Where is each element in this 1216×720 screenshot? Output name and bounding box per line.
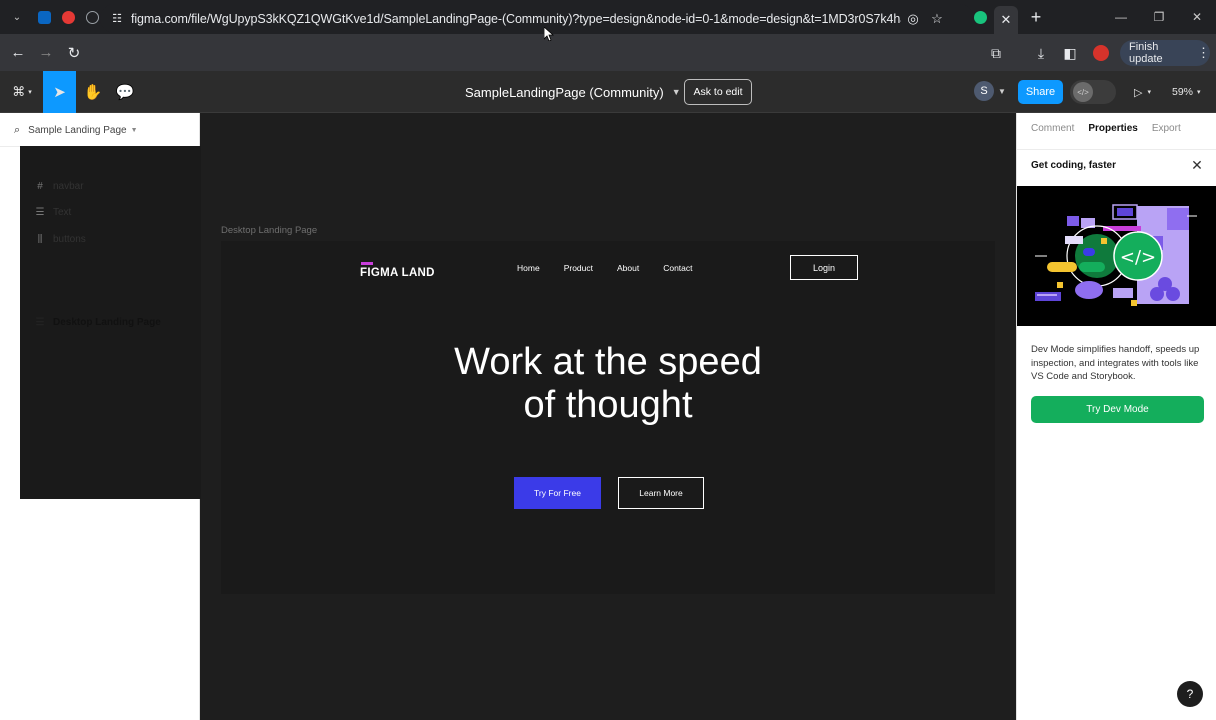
close-window-icon[interactable]: ✕ [1178,0,1216,34]
red-circle-favicon-icon [61,10,75,24]
hero-line-1: Work at the speed [454,341,762,383]
file-title-text: SampleLandingPage (Community) [465,84,664,100]
try-for-free-button[interactable]: Try For Free [514,477,601,509]
layer-navbar[interactable]: # navbar [0,173,200,199]
panel-tabs: Comment Properties Export [1031,123,1195,134]
layer-label: Text [53,206,72,218]
minimize-icon[interactable]: — [1102,0,1140,34]
layer-buttons[interactable]: ⫼ buttons [0,226,200,252]
dev-mode-toggle[interactable]: </> [1070,80,1116,104]
url-text[interactable]: figma.com/file/WgUpypS3kKQZ1QWGtKve1d/Sa… [131,12,901,26]
file-title[interactable]: SampleLandingPage (Community) ▼ [465,71,681,113]
divider [1017,149,1216,150]
close-icon[interactable]: ✕ [1189,157,1205,173]
tab-properties[interactable]: Properties [1088,123,1137,134]
share-button[interactable]: Share [1018,80,1063,104]
mouse-cursor-icon [544,27,554,41]
side-panel-icon[interactable]: ◧ [1057,40,1083,66]
tab-comment[interactable]: Comment [1031,123,1074,134]
globe-favicon-icon [85,10,99,24]
finish-update-button[interactable]: Finish update ⋮ [1120,40,1210,66]
dev-mode-illustration: </> [1017,186,1216,326]
reload-icon[interactable]: ↻ [60,39,88,67]
download-icon[interactable]: ⤓ [1028,40,1054,66]
hero-heading[interactable]: Work at the speed of thought [221,341,995,427]
page-selector[interactable]: ⌕ Sample Landing Page ▼ [14,122,138,138]
properties-panel: Comment Properties Export Get coding, fa… [1016,113,1216,720]
nav-link-product[interactable]: Product [564,263,593,273]
search-icon[interactable]: ⌕ [14,124,20,137]
try-dev-mode-button[interactable]: Try Dev Mode [1031,396,1204,423]
finish-update-label: Finish update [1129,41,1163,65]
layer-text[interactable]: ☰ Text [0,199,200,225]
help-button[interactable]: ? [1177,681,1203,707]
forward-icon[interactable]: → [32,39,60,67]
hand-tool-icon[interactable]: ✋ [80,71,106,113]
restore-icon[interactable]: ❐ [1140,0,1178,34]
frame-icon: ☰ [35,317,45,328]
layer-label: navbar [53,180,84,192]
comment-tool-icon[interactable]: 💬 [112,71,138,113]
logo-text: FIGMA LAND [360,267,435,279]
frame-grid-icon: # [37,180,43,192]
present-button[interactable]: ▷ ▾ [1134,71,1151,113]
tab-search-chevron-icon[interactable]: ⌄ [6,6,28,28]
layer-label: Desktop Landing Page [53,317,161,328]
bookmark-star-icon[interactable]: ☆ [925,7,949,31]
profile-avatar[interactable] [1093,45,1109,61]
chevron-down-icon: ▼ [130,126,138,134]
eye-off-icon[interactable]: ◎ [901,7,925,31]
landing-page-frame[interactable]: FIGMA LAND Home Product About Contact Lo… [221,241,995,594]
frame-label[interactable]: Desktop Landing Page [221,225,317,236]
zoom-menu[interactable]: 59% ▾ [1172,71,1201,113]
ask-to-edit-button[interactable]: Ask to edit [684,79,752,105]
chatgpt-favicon-icon [973,10,987,24]
tab-red-circle-icon[interactable] [56,5,80,29]
logo-accent-bar [361,262,373,265]
layers-panel: ⌕ Sample Landing Page ▼ ☰ Desktop Landin… [0,113,794,720]
svg-text:</>: </> [1120,247,1156,268]
chevron-down-icon: ▼ [671,87,681,97]
figma-land-logo[interactable]: FIGMA LAND [360,262,435,279]
new-tab-button[interactable]: + [1024,5,1048,29]
figma-toolbar: ⌘ ▾ ➤ ✋ 💬 SampleLandingPage (Community) ▼… [0,71,1216,113]
page-name: Sample Landing Page [28,124,127,136]
nav-link-about[interactable]: About [617,263,639,273]
layer-label: buttons [53,233,86,245]
back-icon[interactable]: ← [4,39,32,67]
learn-more-button[interactable]: Learn More [618,477,704,509]
dev-mode-illustration-svg: </> [1017,186,1216,326]
nav-links: Home Product About Contact [517,263,717,273]
login-button[interactable]: Login [790,255,858,280]
design-canvas[interactable]: Desktop Landing Page FIGMA LAND Home Pro… [201,113,1016,720]
move-tool-icon[interactable]: ➤ [43,71,76,113]
user-avatar[interactable]: S [974,81,994,101]
extensions-icon[interactable]: ⧉ [983,40,1009,66]
nav-link-home[interactable]: Home [517,263,540,273]
menu-dots-icon: ⋮ [1197,45,1210,60]
chevron-down-icon[interactable]: ▼ [998,81,1006,101]
zoom-level: 59% [1172,86,1194,98]
tab-linkedin-icon[interactable] [32,5,56,29]
figma-menu-icon[interactable]: ⌘ ▾ [6,71,38,113]
tab-export[interactable]: Export [1152,123,1181,134]
promo-title: Get coding, faster [1031,160,1117,171]
linkedin-favicon-icon [37,10,51,24]
promo-description: Dev Mode simplifies handoff, speeds up i… [1031,344,1200,382]
site-settings-icon[interactable]: ☷ [108,10,126,28]
text-stack-icon: ☰ [35,206,45,218]
chevron-down-icon: ▾ [1197,89,1201,96]
address-bar[interactable]: ☷ figma.com/file/WgUpypS3kKQZ1QWGtKve1d/… [100,4,974,33]
code-icon: </> [1073,82,1093,102]
hero-line-2: of thought [523,384,693,426]
nav-link-contact[interactable]: Contact [663,263,692,273]
active-tab-close-icon[interactable]: ✕ [994,6,1018,34]
columns-icon: ⫼ [37,233,43,245]
